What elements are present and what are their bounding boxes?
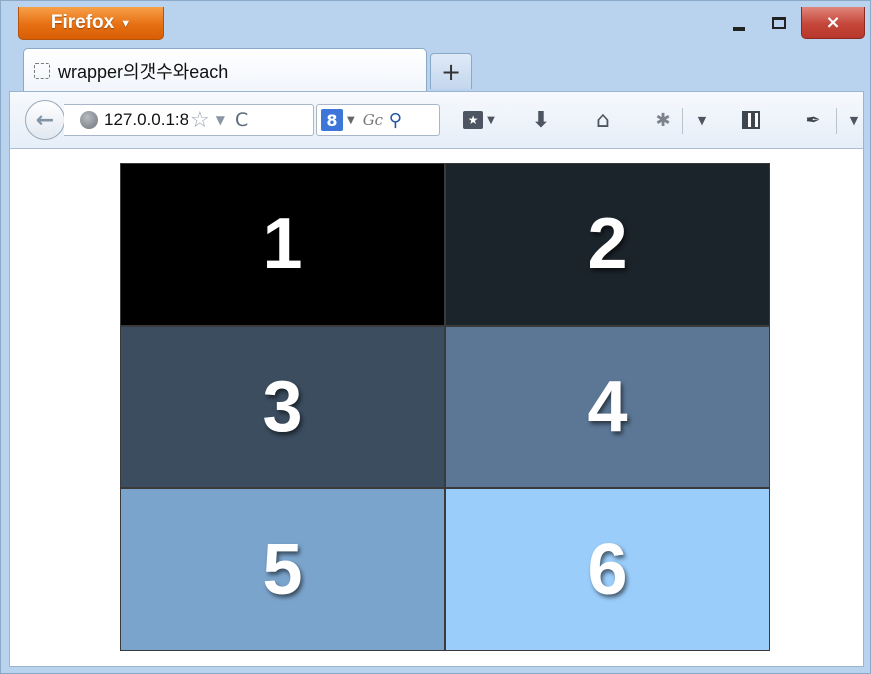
page-style-button[interactable] bbox=[736, 106, 766, 134]
chevron-down-icon[interactable]: ▼ bbox=[347, 115, 355, 126]
box-label: 2 bbox=[587, 204, 628, 285]
firefox-menu-label: Firefox bbox=[50, 12, 115, 33]
reload-icon[interactable]: C bbox=[235, 109, 248, 131]
toolbar-separator bbox=[836, 108, 837, 134]
box-6: 6 bbox=[445, 488, 770, 651]
default-favicon-icon bbox=[34, 62, 50, 79]
box-2: 2 bbox=[445, 163, 770, 326]
chevron-down-icon: ▼ bbox=[697, 113, 707, 127]
search-input[interactable] bbox=[362, 111, 385, 129]
grid-icon bbox=[742, 111, 760, 129]
tab-active[interactable]: wrapper의갯수와each bbox=[23, 48, 427, 92]
search-bar[interactable]: 8 ▼ ⚲ bbox=[316, 104, 440, 136]
minimize-button[interactable] bbox=[721, 7, 757, 39]
box-4: 4 bbox=[445, 325, 770, 489]
downloads-button[interactable]: ⬇ bbox=[526, 106, 556, 134]
box-5: 5 bbox=[120, 488, 445, 651]
eyedropper-icon: ✒ bbox=[805, 109, 821, 131]
maximize-icon bbox=[772, 17, 786, 29]
globe-icon bbox=[80, 111, 98, 129]
box-label: 5 bbox=[262, 529, 303, 610]
firefox-menu-button[interactable]: Firefox ▼ bbox=[18, 7, 164, 40]
chevron-down-icon: ▼ bbox=[487, 114, 495, 126]
search-engine-icon[interactable]: 8 bbox=[321, 109, 343, 131]
box-label: 1 bbox=[262, 204, 303, 285]
bookmarks-menu-button[interactable]: ★ ▼ bbox=[454, 106, 504, 134]
box-1: 1 bbox=[120, 163, 445, 326]
page-content: 1 2 3 4 5 6 bbox=[9, 149, 864, 667]
navigation-toolbar: ← 127.0.0.1:8 ☆ ▼ C 8 ▼ ⚲ ★ ▼ ⬇ ⌂ ✱ bbox=[9, 91, 864, 149]
eyedropper-button[interactable]: ✒ bbox=[798, 106, 828, 134]
close-window-button[interactable]: × bbox=[801, 7, 865, 39]
back-arrow-icon: ← bbox=[35, 107, 55, 133]
box-label: 6 bbox=[587, 529, 628, 610]
addon-button[interactable]: ✱ bbox=[646, 106, 680, 134]
toolbar-overflow-button[interactable]: ▼ bbox=[846, 106, 862, 134]
toolbar-separator bbox=[682, 108, 683, 134]
bookmark-star-icon[interactable]: ☆ bbox=[190, 108, 210, 133]
minimize-icon bbox=[733, 27, 745, 31]
bookmarks-icon: ★ bbox=[463, 111, 484, 129]
bug-icon: ✱ bbox=[655, 109, 671, 131]
url-text[interactable]: 127.0.0.1:8 bbox=[104, 110, 188, 130]
home-button[interactable]: ⌂ bbox=[586, 106, 620, 134]
url-bar[interactable]: 127.0.0.1:8 ☆ ▼ C bbox=[64, 104, 314, 136]
download-arrow-icon: ⬇ bbox=[531, 107, 551, 133]
box-3: 3 bbox=[120, 325, 445, 489]
maximize-button[interactable] bbox=[761, 7, 797, 39]
back-button[interactable]: ← bbox=[25, 100, 65, 140]
chevron-down-icon: ▼ bbox=[849, 113, 859, 127]
box-label: 3 bbox=[262, 366, 303, 447]
close-icon: × bbox=[825, 12, 841, 33]
box-grid: 1 2 3 4 5 6 bbox=[120, 163, 770, 651]
addon-menu-button[interactable]: ▼ bbox=[692, 106, 712, 134]
browser-window: Firefox ▼ × wrapper의갯수와each + ← 127.0.0.… bbox=[0, 0, 871, 674]
tab-title: wrapper의갯수와each bbox=[58, 61, 229, 82]
box-label: 4 bbox=[587, 366, 628, 447]
plus-icon: + bbox=[440, 57, 462, 86]
home-icon: ⌂ bbox=[596, 107, 610, 133]
history-dropdown-icon[interactable]: ▼ bbox=[216, 113, 225, 127]
search-icon[interactable]: ⚲ bbox=[389, 110, 402, 131]
chevron-down-icon: ▼ bbox=[120, 18, 132, 30]
new-tab-button[interactable]: + bbox=[430, 53, 472, 89]
